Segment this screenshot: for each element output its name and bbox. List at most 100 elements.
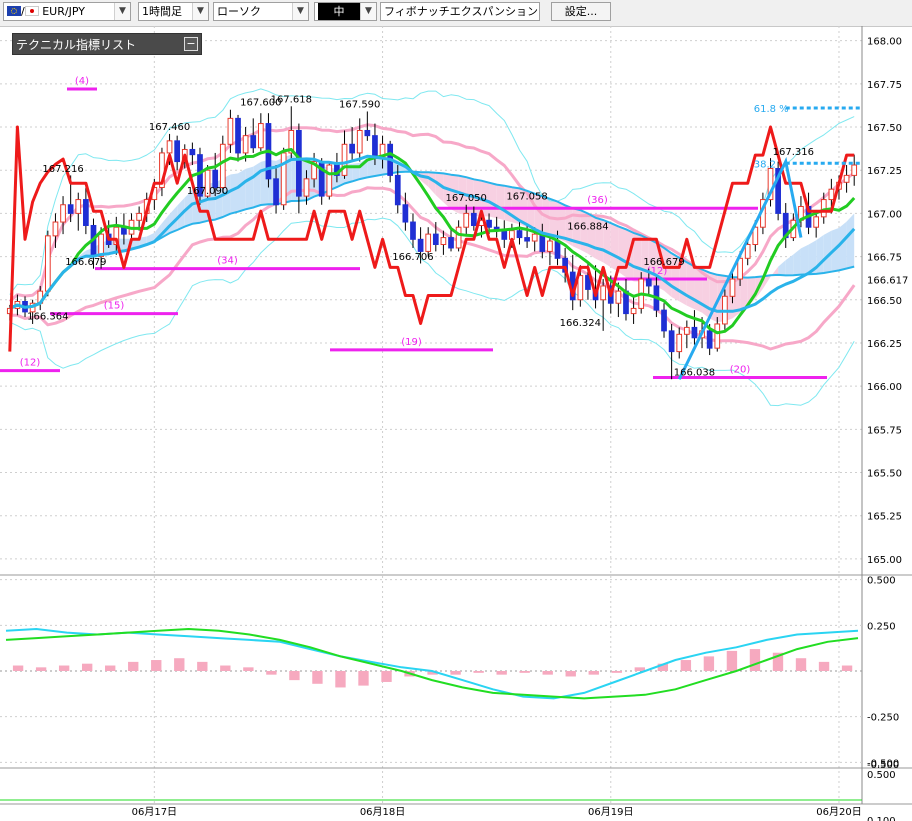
bull-candle [227,117,234,145]
fib-label: 61.8 % [754,104,789,115]
toolbar: / EUR/JPY ▼ 1時間足 ▼ ローソク ▼ 中 ▼ フィボナッチエクスパ… [0,0,912,27]
cloud-segment [238,168,246,212]
x-tick-label: 06月20日 [816,806,861,818]
y-tick-label: -0.250 [867,713,899,724]
bull-candle [683,326,690,335]
settings-button[interactable]: 設定... [551,2,611,21]
macd-histogram-bar [542,671,553,675]
drawing-tool-label: フィボナッチエクスパンション [384,5,538,18]
level-label: (36) [587,195,608,206]
drawing-tool-field[interactable]: フィボナッチエクスパンション [380,2,540,21]
chevron-down-icon[interactable]: ▼ [192,3,208,20]
y-tick-label: 168.00 [867,37,902,48]
macd-histogram-bar [749,649,761,671]
bull-candle [341,143,348,176]
bull-candle [531,233,538,242]
bull-candle [425,233,432,252]
bear-candle [691,326,698,339]
bull-candle [455,226,462,249]
macd-histogram-bar [335,671,346,688]
bear-candle [410,221,416,240]
level-label: (19) [401,337,422,348]
macd-histogram-bar [81,663,93,671]
bull-candle [136,212,142,221]
bull-candle [729,278,736,297]
bear-candle [501,230,508,240]
bull-candle [326,164,333,197]
bear-candle [273,178,279,206]
price-annotation: 166.884 [567,221,608,232]
price-annotation: 166.679 [643,257,684,268]
bear-candle [706,330,713,349]
bull-candle [463,212,470,228]
chevron-down-icon[interactable]: ▼ [360,3,376,20]
cloud-segment [374,157,383,176]
macd-histogram-bar [174,658,185,671]
cloud-segment [846,213,855,269]
y-tick-label: 165.25 [867,512,902,523]
level-label: (4) [75,76,89,87]
chevron-down-icon[interactable]: ▼ [292,3,308,20]
cloud-segment [489,182,497,219]
bull-candle [44,235,51,292]
indicator-list-title: テクニカル指標リスト [16,38,137,52]
bear-candle [296,129,302,197]
bull-candle [714,323,721,349]
technical-indicator-list[interactable]: テクニカル指標リスト − [12,33,202,55]
macd-histogram-bar [12,665,24,671]
y-tick-label: 0.100 [867,816,896,821]
y-tick-label: 166.25 [867,339,902,350]
timeframe-select[interactable]: 1時間足 ▼ [138,2,209,21]
minus-square-icon[interactable]: − [184,37,198,51]
bear-candle [470,212,477,226]
bull-candle [242,135,249,154]
bear-candle [67,204,74,214]
y-tick-label: 0.500 [867,576,896,587]
current-price-label: 166.617 [867,276,908,287]
line-width-select[interactable]: 中 ▼ [314,2,377,21]
y-tick-label: 167.00 [867,209,902,220]
bull-candle [843,174,850,183]
cloud-segment [253,161,261,208]
macd-histogram-bar [634,667,645,671]
x-tick-label: 06月19日 [588,806,633,818]
cloud-segment [587,213,596,259]
y-tick-label: 0.500 [867,770,896,781]
symbol-select[interactable]: / EUR/JPY ▼ [3,2,131,21]
price-annotation: 167.590 [339,99,380,110]
macd-histogram-bar [588,671,599,675]
symbol-label: EUR/JPY [42,5,85,18]
bull-candle [828,188,835,201]
level-label: (20) [730,365,751,376]
bear-candle [189,148,196,156]
y-tick-label: 166.50 [867,296,902,307]
macd-histogram-bar [35,667,47,671]
chevron-down-icon[interactable]: ▼ [114,3,130,20]
cloud-segment [428,172,436,196]
y-tick-label: 167.75 [867,80,902,91]
bull-candle [60,204,66,223]
cloud-segment [793,248,801,276]
level-label: (15) [104,301,125,312]
macd-histogram-bar [312,671,323,684]
cloud-segment [778,260,786,276]
bear-candle [516,230,523,239]
macd-histogram-bar [818,661,830,671]
cloud-segment [245,166,254,210]
bull-candle [851,164,858,176]
macd-histogram-bar [496,671,507,675]
price-annotation: 167.090 [187,186,228,197]
y-tick-label: 0.250 [867,621,896,632]
chart-style-select[interactable]: ローソク ▼ [213,2,309,21]
x-tick-label: 06月18日 [360,806,405,818]
y-tick-label: 167.25 [867,166,902,177]
y-tick-label: 165.00 [867,555,902,566]
bull-candle [577,275,584,301]
macd-histogram-bar [841,665,853,671]
x-tick-label: 06月17日 [132,806,177,818]
bull-candle [615,290,622,304]
macd-histogram-bar [703,656,715,671]
bull-candle [52,221,59,237]
cloud-segment [785,254,794,276]
bull-candle [219,143,226,188]
